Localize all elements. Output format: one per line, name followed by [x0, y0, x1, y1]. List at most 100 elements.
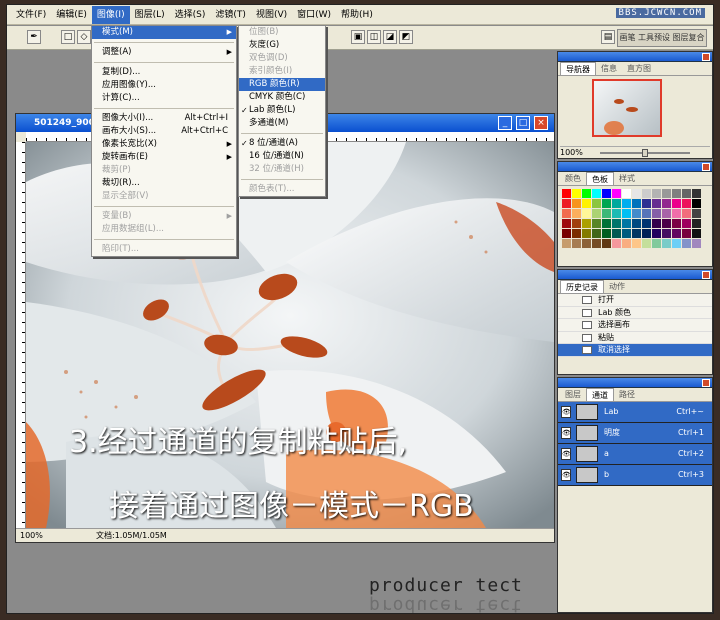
- close-icon[interactable]: [702, 163, 710, 171]
- swatch[interactable]: [612, 199, 621, 208]
- swatch[interactable]: [632, 189, 641, 198]
- swatch[interactable]: [642, 189, 651, 198]
- swatch[interactable]: [652, 209, 661, 218]
- swatch[interactable]: [562, 229, 571, 238]
- swatch[interactable]: [632, 229, 641, 238]
- eye-icon[interactable]: 👁: [561, 448, 571, 460]
- menu-window[interactable]: 窗口(W): [292, 6, 336, 24]
- image-menu-item[interactable]: 像素长宽比(X) ▶: [92, 138, 236, 151]
- swatch[interactable]: [662, 229, 671, 238]
- mode-menu-item[interactable]: 灰度(G): [239, 39, 325, 52]
- mode-menu-item[interactable]: 多通道(M): [239, 117, 325, 130]
- navigator-zoom-value[interactable]: 100%: [560, 148, 583, 157]
- tab-actions[interactable]: 动作: [604, 280, 630, 293]
- swatch[interactable]: [612, 219, 621, 228]
- image-menu-item[interactable]: 应用图像(Y)...: [92, 79, 236, 92]
- swatch[interactable]: [602, 199, 611, 208]
- channel-row[interactable]: 👁 Lab Ctrl+~: [558, 402, 712, 423]
- mode-menu-item[interactable]: ✓ Lab 颜色(L): [239, 104, 325, 117]
- swatches-titlebar[interactable]: [558, 162, 712, 172]
- close-icon[interactable]: [702, 53, 710, 61]
- menu-view[interactable]: 视图(V): [251, 6, 292, 24]
- tab-channels[interactable]: 通道: [586, 388, 614, 401]
- eye-icon[interactable]: 👁: [561, 469, 571, 481]
- history-state[interactable]: 粘贴: [558, 331, 712, 344]
- close-button[interactable]: ×: [534, 116, 548, 130]
- swatch[interactable]: [582, 239, 591, 248]
- swatch[interactable]: [592, 209, 601, 218]
- swatch[interactable]: [672, 199, 681, 208]
- swatch[interactable]: [572, 189, 581, 198]
- maximize-button[interactable]: □: [516, 116, 530, 130]
- swatch[interactable]: [672, 219, 681, 228]
- swatch[interactable]: [692, 199, 701, 208]
- swatch[interactable]: [612, 189, 621, 198]
- image-menu-item[interactable]: 画布大小(S)... Alt+Ctrl+C: [92, 125, 236, 138]
- swatch[interactable]: [682, 239, 691, 248]
- swatch[interactable]: [602, 219, 611, 228]
- image-menu-item[interactable]: 旋转画布(E) ▶: [92, 151, 236, 164]
- palette-well-icon[interactable]: ▤: [601, 30, 615, 44]
- swatch[interactable]: [562, 199, 571, 208]
- swatch[interactable]: [662, 219, 671, 228]
- swatch[interactable]: [562, 209, 571, 218]
- swatch[interactable]: [562, 219, 571, 228]
- swatch[interactable]: [602, 239, 611, 248]
- menu-filter[interactable]: 滤镜(T): [210, 6, 251, 24]
- swatch[interactable]: [632, 219, 641, 228]
- swatch[interactable]: [592, 199, 601, 208]
- swatch[interactable]: [632, 239, 641, 248]
- swatch[interactable]: [692, 209, 701, 218]
- swatch[interactable]: [572, 219, 581, 228]
- history-state[interactable]: 打开: [558, 294, 712, 307]
- shape-rect-icon[interactable]: □: [61, 30, 75, 44]
- menu-edit[interactable]: 编辑(E): [51, 6, 92, 24]
- swatch[interactable]: [682, 219, 691, 228]
- swatch[interactable]: [672, 189, 681, 198]
- swatch[interactable]: [682, 199, 691, 208]
- swatch[interactable]: [572, 199, 581, 208]
- tab-styles[interactable]: 样式: [614, 172, 640, 185]
- combine-add-icon[interactable]: ▣: [351, 30, 365, 44]
- swatch[interactable]: [652, 189, 661, 198]
- swatch[interactable]: [602, 229, 611, 238]
- swatch[interactable]: [602, 209, 611, 218]
- pen-tool-icon[interactable]: ✒: [27, 30, 41, 44]
- mode-menu-item[interactable]: 16 位/通道(N): [239, 150, 325, 163]
- swatch[interactable]: [682, 229, 691, 238]
- channel-row[interactable]: 👁 a Ctrl+2: [558, 444, 712, 465]
- swatch[interactable]: [642, 209, 651, 218]
- swatch[interactable]: [662, 199, 671, 208]
- swatch[interactable]: [662, 239, 671, 248]
- image-menu-item[interactable]: 图像大小(I)... Alt+Ctrl+I: [92, 112, 236, 125]
- menu-file[interactable]: 文件(F): [11, 6, 51, 24]
- image-menu-item[interactable]: 计算(C)...: [92, 92, 236, 105]
- swatch[interactable]: [662, 189, 671, 198]
- swatch[interactable]: [672, 239, 681, 248]
- tab-layers[interactable]: 图层: [560, 388, 586, 401]
- swatch[interactable]: [562, 239, 571, 248]
- tab-color[interactable]: 颜色: [560, 172, 586, 185]
- palette-well[interactable]: 画笔 工具预设 图层复合: [617, 29, 707, 47]
- swatch[interactable]: [582, 229, 591, 238]
- swatch[interactable]: [572, 239, 581, 248]
- swatch[interactable]: [612, 239, 621, 248]
- zoom-level[interactable]: 100%: [20, 529, 43, 542]
- swatch[interactable]: [592, 189, 601, 198]
- swatch[interactable]: [582, 209, 591, 218]
- swatch[interactable]: [642, 219, 651, 228]
- channels-titlebar[interactable]: [558, 378, 712, 388]
- swatch[interactable]: [582, 189, 591, 198]
- combine-subtract-icon[interactable]: ◫: [367, 30, 381, 44]
- history-state[interactable]: 取消选择: [558, 344, 712, 357]
- swatch[interactable]: [572, 229, 581, 238]
- mode-menu-item[interactable]: RGB 颜色(R): [239, 78, 325, 91]
- swatch[interactable]: [592, 219, 601, 228]
- tab-histogram[interactable]: 直方图: [622, 62, 656, 75]
- minimize-button[interactable]: _: [498, 116, 512, 130]
- close-icon[interactable]: [702, 379, 710, 387]
- shape-path-icon[interactable]: ◇: [77, 30, 91, 44]
- menu-image[interactable]: 图像(I): [91, 5, 130, 24]
- swatch[interactable]: [622, 199, 631, 208]
- swatch[interactable]: [692, 229, 701, 238]
